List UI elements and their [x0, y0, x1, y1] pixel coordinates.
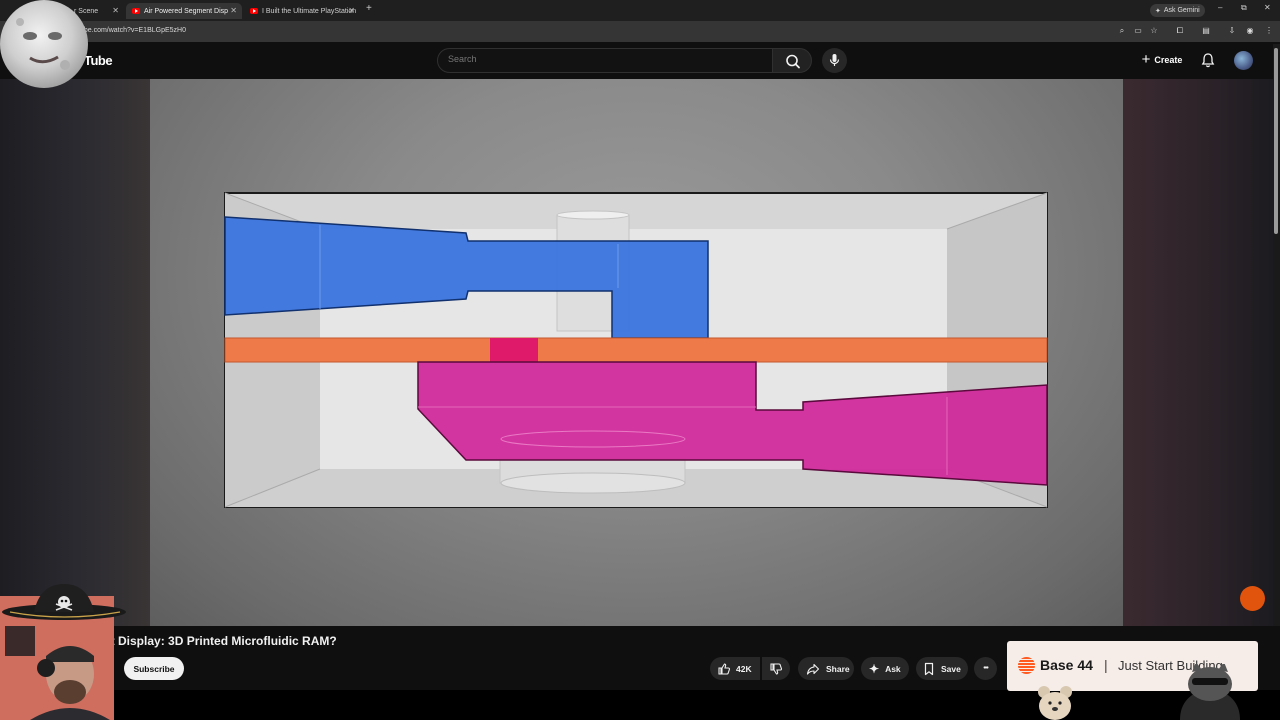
close-tab-icon[interactable]: ✕ — [230, 6, 237, 15]
voice-search-button[interactable] — [822, 48, 847, 73]
ask-gemini-label: Ask Gemini — [1163, 7, 1200, 14]
video-title: ment Display: 3D Printed Microfluidic RA… — [86, 634, 337, 648]
create-button[interactable]: + Create — [1132, 49, 1192, 71]
ask-label: Ask — [885, 663, 901, 674]
moon-face-overlay — [0, 0, 88, 88]
menu-icon[interactable]: ⋮ — [1264, 26, 1274, 36]
url-field[interactable]: tube.com/watch?v=E1BLGpE5zH0 — [78, 27, 186, 34]
ask-button[interactable]: ✦ Ask — [861, 657, 909, 680]
save-label: Save — [941, 663, 961, 674]
mic-icon — [829, 54, 840, 66]
bookmark-icon — [924, 662, 934, 675]
scrollbar-thumb[interactable] — [1274, 48, 1278, 234]
cast-icon[interactable]: ▭ — [1133, 26, 1143, 36]
sparkle-icon: ✦ — [869, 661, 880, 676]
youtube-header: Tube + Create — [0, 42, 1280, 79]
bookmark-star-icon[interactable]: ☆ — [1149, 26, 1159, 36]
bottom-strip — [0, 690, 1280, 720]
share-icon — [806, 663, 820, 675]
ask-gemini-button[interactable]: ✦ Ask Gemini — [1150, 4, 1205, 17]
bell-icon[interactable] — [1199, 51, 1217, 69]
browser-tab-bar: r Scene ✕ Air Powered Segment Disp ✕ I B… — [0, 0, 1280, 21]
floating-action-dot[interactable] — [1240, 586, 1265, 611]
share-button[interactable]: Share — [798, 657, 854, 680]
cat-sunglasses-overlay — [1180, 664, 1240, 720]
subscribe-button[interactable]: Subscribe — [124, 657, 184, 680]
thumbs-down-icon — [770, 662, 783, 675]
youtube-favicon-icon — [132, 8, 140, 14]
more-actions-button[interactable]: ••• — [974, 657, 997, 680]
ad-separator: | — [1104, 657, 1108, 673]
zoom-icon[interactable]: ⌕ — [1117, 26, 1127, 36]
base44-logo-icon — [1018, 657, 1035, 674]
share-label: Share — [826, 663, 850, 674]
extensions-icon[interactable]: ⧠ — [1175, 26, 1185, 36]
like-button[interactable]: 42K — [710, 657, 760, 680]
minimize-button[interactable]: – — [1218, 3, 1222, 12]
dislike-button[interactable] — [762, 657, 790, 680]
tab-title: I Built the Ultimate PlayStation — [262, 7, 357, 15]
close-window-button[interactable]: ✕ — [1264, 3, 1271, 12]
tab-title: Air Powered Segment Disp — [144, 7, 229, 15]
profile-icon[interactable]: ◉ — [1245, 26, 1255, 36]
avatar[interactable] — [1234, 51, 1253, 70]
thumbs-up-icon — [718, 662, 731, 675]
plus-icon: + — [1141, 50, 1151, 68]
search-button[interactable] — [772, 48, 812, 73]
search-icon — [786, 54, 800, 69]
youtube-logo[interactable]: Tube — [84, 53, 113, 68]
search-input[interactable] — [448, 54, 748, 64]
sidepanel-icon[interactable]: ▤ — [1201, 26, 1211, 36]
moon-face-icon — [16, 18, 70, 70]
save-button[interactable]: Save — [916, 657, 968, 680]
address-bar: tube.com/watch?v=E1BLGpE5zH0 ⌕ ▭ ☆ ⧠ ▤ ⇩… — [0, 21, 1280, 42]
teddy-bear-overlay — [1038, 686, 1072, 720]
gemini-sparkle-icon: ✦ — [1155, 7, 1161, 15]
like-count: 42K — [736, 663, 752, 674]
create-label: Create — [1154, 55, 1183, 65]
pirate-sombrero-overlay — [2, 584, 126, 620]
ad-brand: Base 44 — [1040, 657, 1093, 673]
youtube-favicon-icon — [250, 8, 258, 14]
download-icon[interactable]: ⇩ — [1227, 26, 1237, 36]
browser-tab-active[interactable]: Air Powered Segment Disp ✕ — [126, 3, 242, 19]
close-tab-icon[interactable]: ✕ — [112, 6, 119, 15]
microfluidic-render — [224, 192, 1048, 508]
restore-button[interactable]: ⧉ — [1241, 3, 1247, 13]
close-tab-icon[interactable]: ✕ — [348, 6, 355, 15]
new-tab-button[interactable]: + — [366, 3, 372, 14]
video-player[interactable] — [150, 79, 1123, 626]
search-box[interactable] — [437, 48, 773, 73]
browser-tab[interactable]: I Built the Ultimate PlayStation ✕ — [244, 3, 360, 19]
